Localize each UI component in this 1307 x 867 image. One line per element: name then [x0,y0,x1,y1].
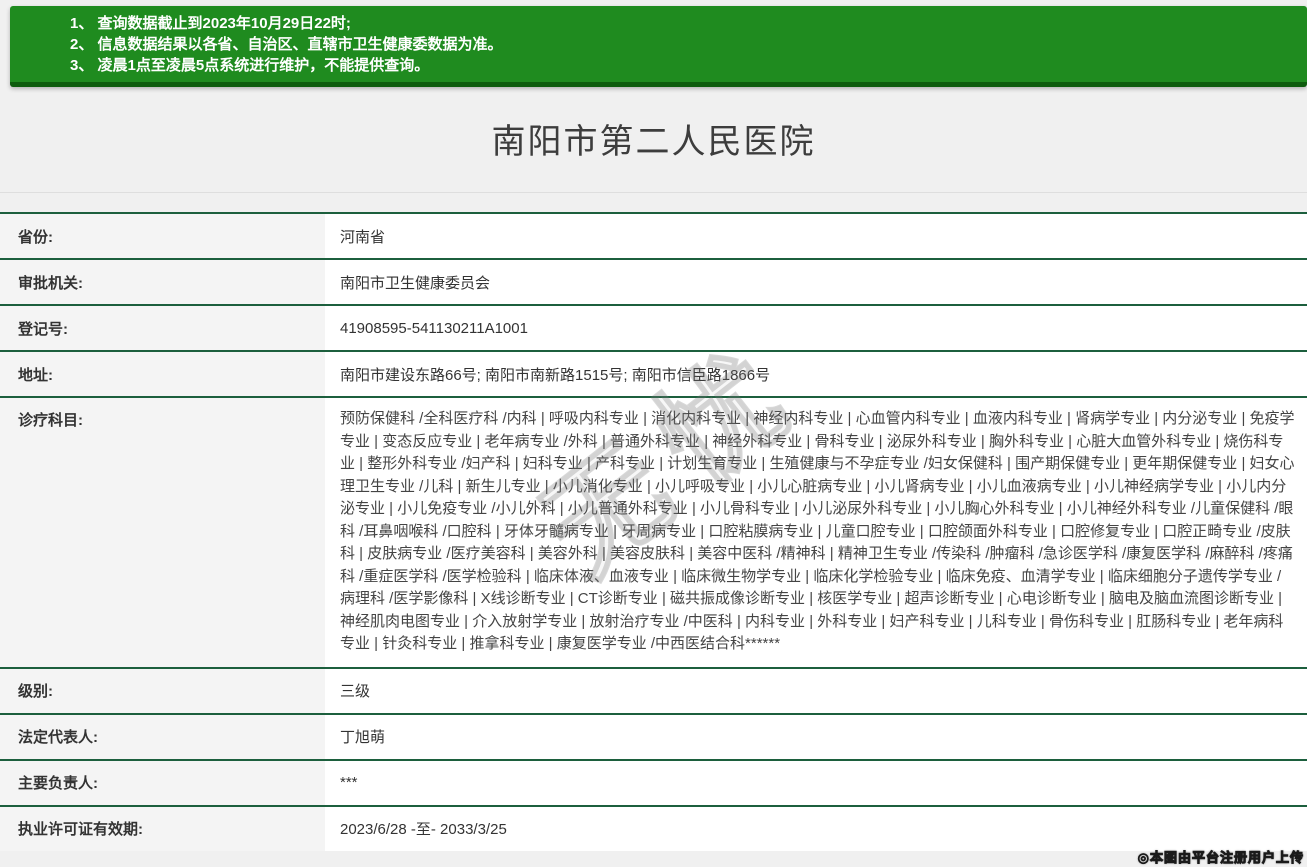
notice-line-1: 1、 查询数据截止到2023年10月29日22时; [70,15,351,32]
field-label: 登记号: [0,306,325,350]
row-departments: 诊疗科目: 预防保健科 /全科医疗科 /内科 | 呼吸内科专业 | 消化内科专业… [0,396,1307,667]
field-value: 41908595-541130211A1001 [325,306,1307,350]
row-license-validity: 执业许可证有效期: 2023/6/28 -至- 2033/3/25 [0,804,1307,851]
field-value: 河南省 [325,214,1307,258]
field-label: 执业许可证有效期: [0,806,325,851]
field-value: 预防保健科 /全科医疗科 /内科 | 呼吸内科专业 | 消化内科专业 | 神经内… [325,398,1307,667]
field-label: 地址: [0,352,325,396]
field-value: 丁旭萌 [325,714,1307,759]
divider-line [0,192,1307,193]
field-value: 南阳市卫生健康委员会 [325,260,1307,304]
notice-line-3: 3、 凌晨1点至凌晨5点系统进行维护，不能提供查询。 [70,57,430,74]
row-level: 级别: 三级 [0,666,1307,713]
notice-banner: 1、 查询数据截止到2023年10月29日22时; 2、 信息数据结果以各省、自… [10,6,1307,87]
title-area: 南阳市第二人民医院 [0,84,1307,192]
hospital-info-table: 省份: 河南省 审批机关: 南阳市卫生健康委员会 登记号: 41908595-5… [0,212,1307,851]
row-legal-representative: 法定代表人: 丁旭萌 [0,712,1307,759]
field-label: 审批机关: [0,260,325,304]
field-label: 诊疗科目: [0,398,325,667]
upload-credit-badge: ◎本图由平台注册用户上传 [1137,850,1304,866]
field-label: 主要负责人: [0,760,325,805]
row-address: 地址: 南阳市建设东路66号; 南阳市南新路1515号; 南阳市信臣路1866号 [0,350,1307,396]
notice-line-2: 2、 信息数据结果以各省、自治区、直辖市卫生健康委数据为准。 [70,36,503,53]
row-person-in-charge: 主要负责人: *** [0,758,1307,805]
row-province: 省份: 河南省 [0,212,1307,258]
field-label: 省份: [0,214,325,258]
field-value: 2023/6/28 -至- 2033/3/25 [325,806,1307,851]
row-approval-authority: 审批机关: 南阳市卫生健康委员会 [0,258,1307,304]
field-label: 法定代表人: [0,714,325,759]
field-value: 南阳市建设东路66号; 南阳市南新路1515号; 南阳市信臣路1866号 [325,352,1307,396]
field-label: 级别: [0,668,325,713]
row-registration-number: 登记号: 41908595-541130211A1001 [0,304,1307,350]
field-value: *** [325,760,1307,805]
field-value: 三级 [325,668,1307,713]
page-title: 南阳市第二人民医院 [491,122,816,161]
